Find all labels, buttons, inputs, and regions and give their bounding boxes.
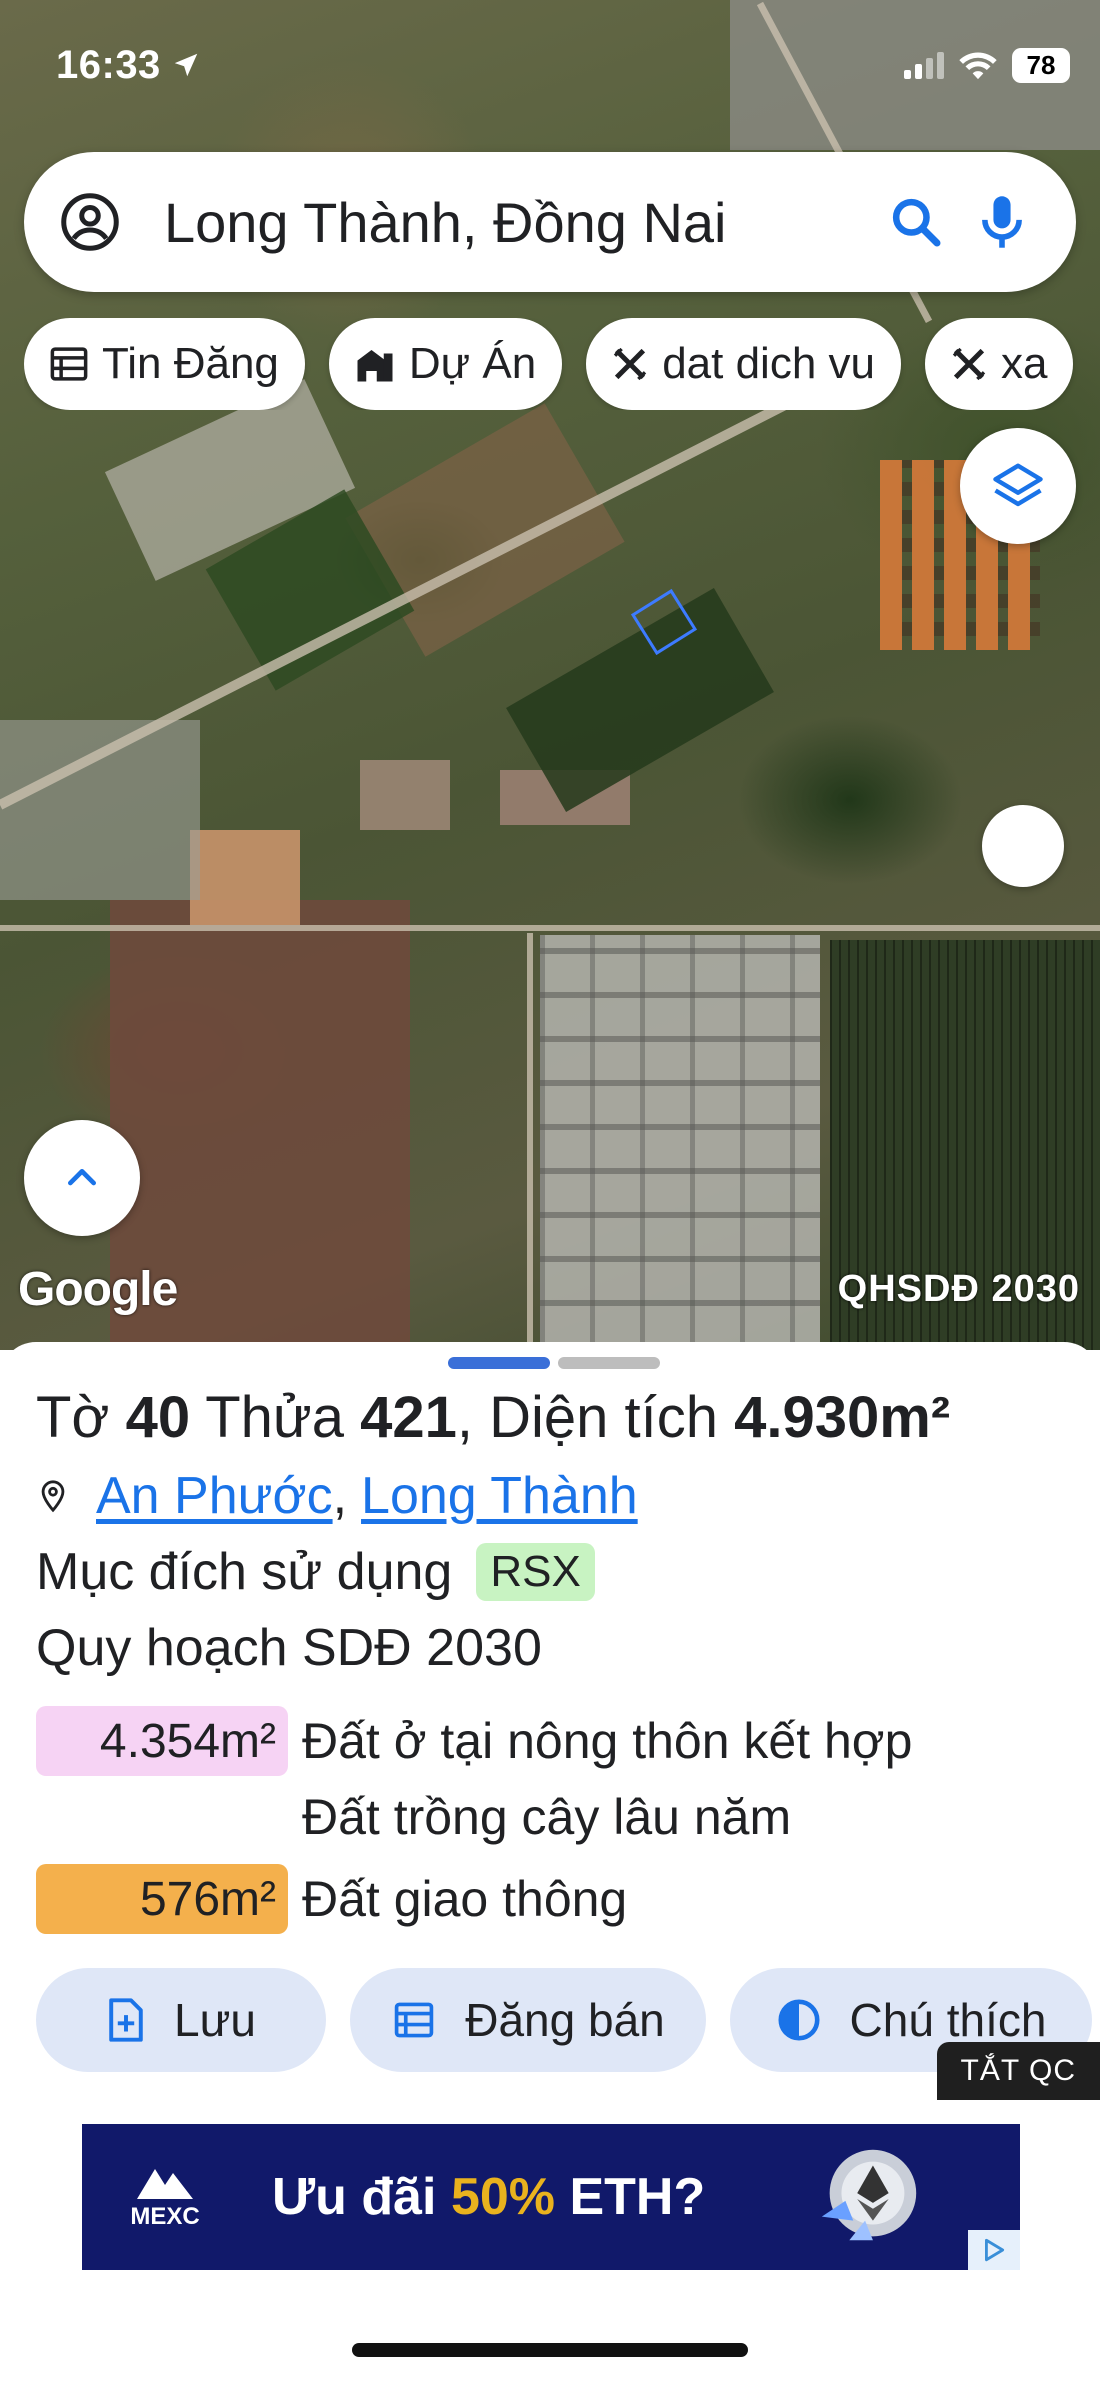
sheet-handle-inactive <box>558 1357 660 1369</box>
mexc-logo-icon <box>137 2169 193 2199</box>
ad-text-prefix: Ưu đãi <box>272 2168 451 2226</box>
listing-icon <box>50 347 88 381</box>
zone-row: 576m² Đất giao thông <box>36 1864 627 1937</box>
chip-tin-dang[interactable]: Tin Đăng <box>24 318 305 410</box>
wifi-icon <box>959 52 997 80</box>
chip-dat-dich-vu[interactable]: dat dich vu <box>586 318 901 410</box>
account-icon[interactable] <box>60 192 120 252</box>
close-ad-button[interactable]: TẮT QC <box>936 2042 1100 2100</box>
post-listing-label: Đăng bán <box>465 1994 665 2046</box>
save-label: Lưu <box>174 1994 256 2046</box>
overlay-layer-label: QHSDĐ 2030 <box>837 1268 1080 1310</box>
map-road <box>0 925 1100 931</box>
post-listing-icon <box>395 2002 434 2038</box>
action-buttons: Lưu Đăng bán Chú thích <box>36 1968 1092 2072</box>
map-road <box>527 933 533 1350</box>
location-pin-icon <box>41 1480 65 1513</box>
cellular-signal-icon <box>904 51 944 79</box>
google-logo: Google <box>18 1263 178 1316</box>
map-road <box>0 346 894 810</box>
adchoices-icon[interactable] <box>968 2230 1020 2270</box>
plot-number: 421 <box>360 1385 457 1450</box>
map-field <box>360 760 450 830</box>
sheet-handle-active <box>448 1357 550 1369</box>
battery-indicator: 78 <box>1012 47 1070 83</box>
sheet-handle[interactable] <box>448 1357 660 1369</box>
tool-icon <box>614 347 647 381</box>
district-link[interactable]: Long Thành <box>361 1466 638 1526</box>
zone-area: 576m² <box>36 1864 288 1934</box>
building-icon <box>357 350 393 382</box>
zone-line: Đất trồng cây lâu năm <box>302 1789 792 1845</box>
purpose-code-badge: RSX <box>476 1543 595 1601</box>
home-indicator <box>352 2343 748 2357</box>
search-bar[interactable]: Long Thành, Đồng Nai <box>24 152 1076 292</box>
zone-row: 4.354m² Đất ở tại nông thôn kết hợp Đất … <box>36 1706 912 1855</box>
microphone-icon <box>982 196 1022 248</box>
location-separator: , <box>332 1467 348 1525</box>
ad-text: Ưu đãi 50% ETH? <box>272 2167 705 2227</box>
voice-search-button[interactable] <box>970 190 1034 254</box>
ad-text-suffix: ETH? <box>555 2168 706 2226</box>
my-location-button[interactable] <box>982 805 1064 887</box>
zone-description: Đất ở tại nông thôn kết hợp Đất trồng câ… <box>302 1703 912 1855</box>
sheet-label: Tờ <box>36 1385 110 1450</box>
chevron-up-icon <box>68 1169 96 1186</box>
post-listing-button[interactable]: Đăng bán <box>350 1968 706 2072</box>
ad-brand-name: MEXC <box>130 2203 200 2230</box>
plot-label: Thửa <box>205 1385 344 1450</box>
sheet-number: 40 <box>125 1385 191 1450</box>
chip-label: Tin Đăng <box>102 339 279 388</box>
subdivision-area <box>540 935 820 1350</box>
chip-label: Dự Án <box>408 339 537 388</box>
expand-sheet-button[interactable] <box>24 1120 140 1236</box>
chip-xa[interactable]: xa <box>925 318 1074 410</box>
chip-label: xa <box>1001 339 1048 388</box>
search-button[interactable] <box>884 190 948 254</box>
ad-banner[interactable]: MEXC Ưu đãi 50% ETH? <box>82 2124 1020 2270</box>
location-arrow-icon <box>174 53 198 77</box>
map-field <box>190 830 300 925</box>
area-label: , Diện tích <box>456 1385 718 1450</box>
save-button[interactable]: Lưu <box>36 1968 326 2072</box>
zone-line: Đất giao thông <box>302 1871 628 1927</box>
layers-button[interactable] <box>960 428 1076 544</box>
parcel-info-sheet: Tờ 40 Thửa 421, Diện tích 4.930m² An Phư… <box>0 1342 1100 2381</box>
layers-icon <box>993 463 1043 507</box>
legend-contrast-icon <box>778 1999 820 2041</box>
chip-du-an[interactable]: Dự Án <box>328 318 563 410</box>
ward-link[interactable]: An Phước <box>96 1466 333 1526</box>
tool-icon <box>952 347 986 381</box>
planning-heading: Quy hoạch SDĐ 2030 <box>36 1619 542 1677</box>
area-value: 4.930m² <box>734 1385 951 1450</box>
zone-description: Đất giao thông <box>302 1861 627 1937</box>
search-query[interactable]: Long Thành, Đồng Nai <box>164 190 862 255</box>
status-bar: 16:33 78 <box>56 40 1070 90</box>
chip-label: dat dich vu <box>662 339 875 388</box>
filter-chips: Tin Đăng Dự Án dat dich vu xa <box>24 318 1100 410</box>
bookmark-add-icon <box>109 1998 143 2042</box>
zone-area: 4.354m² <box>36 1706 288 1776</box>
purpose-label: Mục đích sử dụng <box>36 1543 453 1601</box>
parcel-location: An Phước, Long Thành <box>36 1466 638 1526</box>
land-use-purpose: Mục đích sử dụng RSX <box>36 1542 595 1602</box>
eth-coin-icon <box>821 2149 917 2241</box>
legend-label: Chú thích <box>849 1994 1047 2046</box>
map-view[interactable]: 16:33 78 Long Thành, Đồng Nai Tin Đăng D… <box>0 0 1100 1350</box>
zone-line: Đất ở tại nông thôn kết hợp <box>302 1713 913 1769</box>
ad-text-highlight: 50% <box>450 2168 556 2226</box>
ad-brand: MEXC <box>100 2163 230 2231</box>
parcel-title: Tờ 40 Thửa 421, Diện tích 4.930m² <box>36 1384 950 1451</box>
status-time: 16:33 <box>56 42 161 87</box>
search-icon <box>892 198 941 247</box>
